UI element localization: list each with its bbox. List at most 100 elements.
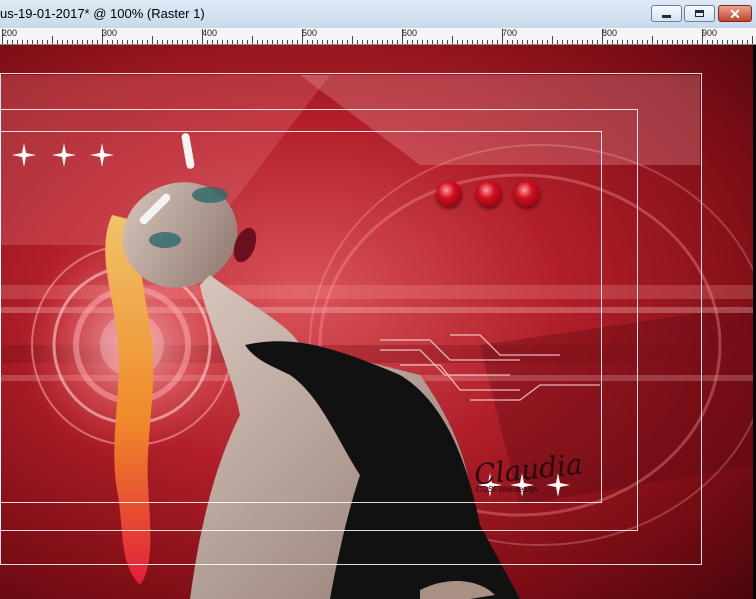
ruler-tick: [582, 40, 583, 44]
ruler-tick: [107, 40, 108, 44]
ruler-tick: [82, 40, 83, 44]
ruler-tick: [462, 40, 463, 44]
ruler-tick: [77, 40, 78, 44]
ruler-tick: [272, 40, 273, 44]
ruler-tick: [57, 40, 58, 44]
frame-inner: [0, 131, 602, 503]
ruler-tick: [67, 40, 68, 44]
ruler-tick: [52, 36, 53, 44]
ruler-label-300: 300: [102, 28, 118, 38]
ruler-tick: [577, 40, 578, 44]
ruler-tick: [372, 40, 373, 44]
ruler-tick: [627, 40, 628, 44]
ruler-tick: [417, 40, 418, 44]
ruler-tick: [482, 40, 483, 44]
ruler-tick: [632, 40, 633, 44]
ruler-tick: [232, 40, 233, 44]
ruler-tick: [22, 40, 23, 44]
ruler-tick: [512, 40, 513, 44]
ruler-tick: [292, 40, 293, 44]
ruler-tick: [597, 40, 598, 44]
ruler-label-600: 600: [402, 28, 418, 38]
minimize-icon: [662, 14, 671, 18]
minimize-button[interactable]: [651, 5, 682, 22]
ruler-tick: [222, 40, 223, 44]
ruler-tick: [547, 40, 548, 44]
ruler-tick: [7, 40, 8, 44]
ruler-tick: [237, 40, 238, 44]
image-canvas[interactable]: Claudia CGSFWebdesign: [0, 45, 756, 599]
ruler-tick: [132, 40, 133, 44]
ruler-tick: [112, 40, 113, 44]
ruler-tick: [262, 40, 263, 44]
ruler-tick: [437, 40, 438, 44]
title-bar: us-19-01-2017* @ 100% (Raster 1) ✕: [0, 0, 756, 29]
ruler-tick: [12, 40, 13, 44]
ruler-tick: [127, 40, 128, 44]
horizontal-ruler: 200 300 400 500 600 700 800 900: [0, 28, 756, 45]
ruler-tick: [367, 40, 368, 44]
ruler-tick: [572, 40, 573, 44]
ruler-tick: [167, 40, 168, 44]
ruler-tick: [702, 29, 703, 44]
ruler-tick: [297, 40, 298, 44]
ruler-tick: [397, 40, 398, 44]
ruler-tick: [202, 29, 203, 44]
ruler-tick: [622, 40, 623, 44]
ruler-tick: [27, 40, 28, 44]
sparkle-icon: [12, 143, 36, 167]
ruler-tick: [662, 40, 663, 44]
ruler-tick: [527, 40, 528, 44]
ruler-tick: [562, 40, 563, 44]
ruler-tick: [412, 40, 413, 44]
ruler-tick: [502, 29, 503, 44]
ruler-tick: [587, 40, 588, 44]
ruler-label-700: 700: [502, 28, 518, 38]
ruler-tick: [752, 36, 753, 44]
ruler-tick: [157, 40, 158, 44]
ruler-label-800: 800: [602, 28, 618, 38]
ruler-tick: [457, 40, 458, 44]
close-icon: ✕: [729, 5, 741, 22]
ruler-tick: [602, 29, 603, 44]
ruler-tick: [327, 40, 328, 44]
ruler-tick: [387, 40, 388, 44]
ruler-tick: [282, 40, 283, 44]
ruler-tick: [307, 40, 308, 44]
ruler-tick: [32, 40, 33, 44]
red-ball-icon: [514, 181, 540, 207]
ruler-tick: [352, 36, 353, 44]
ruler-tick: [247, 40, 248, 44]
ruler-tick: [497, 40, 498, 44]
ruler-tick: [267, 40, 268, 44]
ruler-tick: [192, 40, 193, 44]
ruler-tick: [442, 40, 443, 44]
ruler-tick: [427, 40, 428, 44]
ruler-tick: [742, 40, 743, 44]
ruler-label-500: 500: [302, 28, 318, 38]
ruler-tick: [207, 40, 208, 44]
ruler-tick: [252, 36, 253, 44]
ruler-tick: [467, 40, 468, 44]
close-button[interactable]: ✕: [718, 5, 752, 22]
maximize-button[interactable]: [684, 5, 715, 22]
ruler-tick: [312, 40, 313, 44]
ruler-tick: [177, 40, 178, 44]
ruler-tick: [37, 40, 38, 44]
ruler-tick: [62, 40, 63, 44]
ruler-tick: [692, 40, 693, 44]
ruler-tick: [357, 40, 358, 44]
ruler-tick: [147, 40, 148, 44]
ruler-tick: [402, 29, 403, 44]
ruler-tick: [347, 40, 348, 44]
ruler-tick: [652, 36, 653, 44]
ruler-tick: [317, 40, 318, 44]
ruler-tick: [452, 36, 453, 44]
ruler-tick: [287, 40, 288, 44]
ruler-tick: [432, 40, 433, 44]
ruler-tick: [642, 40, 643, 44]
ruler-tick: [257, 40, 258, 44]
ruler-label-900: 900: [702, 28, 718, 38]
ruler-tick: [212, 40, 213, 44]
ruler-tick: [342, 40, 343, 44]
